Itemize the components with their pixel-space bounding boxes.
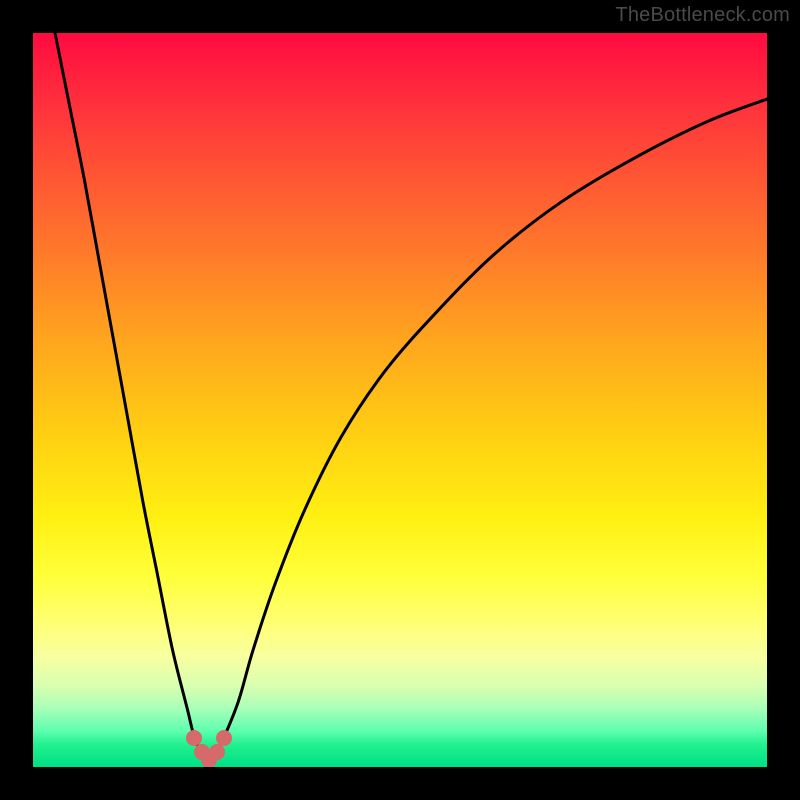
chart-frame: TheBottleneck.com: [0, 0, 800, 800]
min-marker-dot: [216, 730, 232, 746]
plot-area: [33, 33, 767, 767]
min-marker-dot: [209, 744, 225, 760]
min-marker-dot: [186, 730, 202, 746]
minimum-markers: [33, 33, 767, 767]
watermark-text: TheBottleneck.com: [615, 4, 790, 27]
